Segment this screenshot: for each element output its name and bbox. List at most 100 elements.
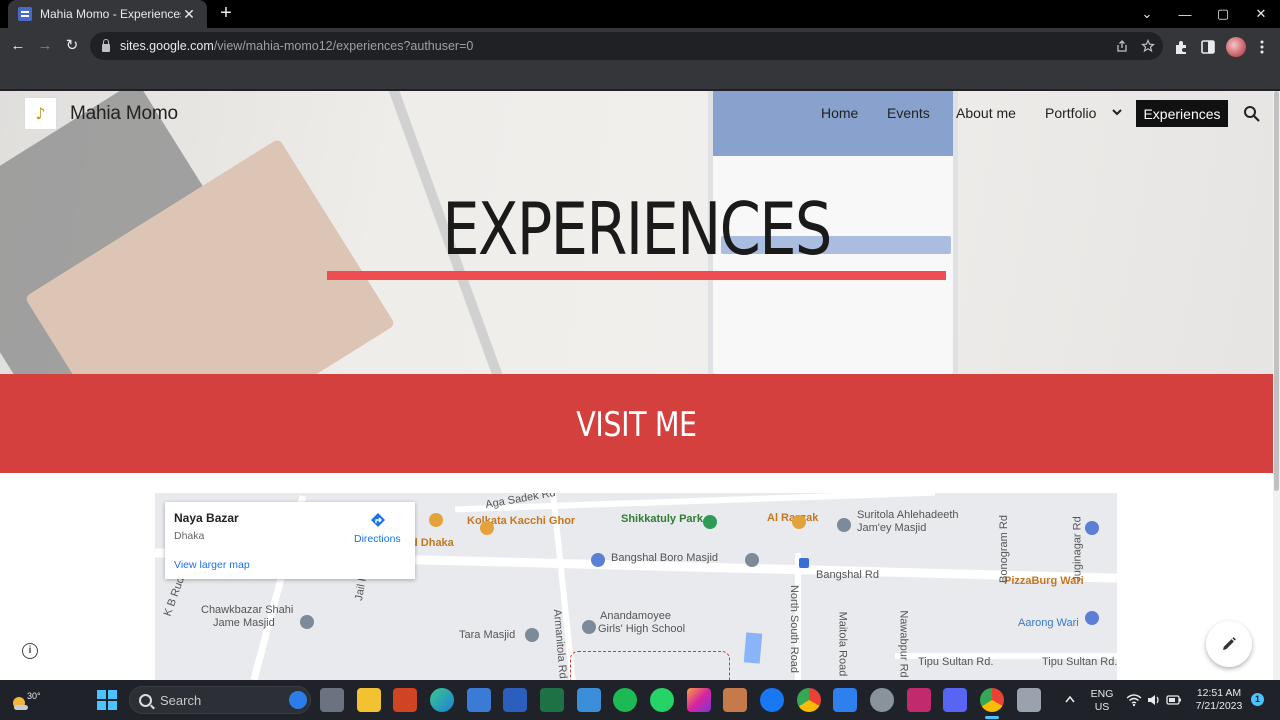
clock-date: 7/21/2023 [1195, 700, 1243, 712]
snipping-tool-icon[interactable] [1017, 688, 1041, 712]
reload-button[interactable]: ↻ [62, 36, 82, 56]
bookmark-bar [0, 64, 1280, 90]
discord-icon[interactable] [943, 688, 967, 712]
mosque-pin-icon[interactable] [745, 553, 759, 567]
file-explorer-icon[interactable] [357, 688, 381, 712]
site-title[interactable]: Mahia Momo [70, 103, 178, 125]
windows-taskbar: 30° Search ENG US 12:51 AM 7/21/2023 1 [0, 680, 1280, 720]
photos-app-icon[interactable] [723, 688, 747, 712]
spotify-icon[interactable] [613, 688, 637, 712]
share-icon[interactable] [1115, 39, 1129, 53]
nav-portfolio[interactable]: Portfolio [1045, 105, 1096, 121]
profile-avatar[interactable] [1226, 37, 1246, 57]
instagram-icon[interactable] [687, 688, 711, 712]
map-label: Jame Masjid [213, 617, 275, 629]
map-label: Bonogram Rd [997, 515, 1010, 583]
active-tab[interactable]: Mahia Momo - Experiences ✕ [8, 0, 207, 28]
address-bar[interactable]: sites.google.com/view/mahia-momo12/exper… [90, 32, 1163, 60]
edge-icon[interactable] [430, 688, 454, 712]
scrollbar-thumb[interactable] [1274, 91, 1279, 491]
volume-icon[interactable] [1146, 693, 1162, 707]
page-scrollbar[interactable] [1273, 91, 1280, 680]
park-pin-icon[interactable] [703, 515, 717, 529]
map-info-card: Naya Bazar Dhaka View larger map Directi… [165, 502, 415, 579]
mosque-pin-icon[interactable] [300, 615, 314, 629]
bus-stop-icon[interactable] [799, 558, 809, 568]
settings-gear-icon[interactable] [870, 688, 894, 712]
intellij-icon[interactable] [907, 688, 931, 712]
site-info-icon[interactable]: i [22, 643, 38, 659]
view-larger-map-link[interactable]: View larger map [174, 559, 250, 571]
map-label[interactable]: Bangshal Boro Masjid [611, 552, 718, 564]
nav-experiences[interactable]: Experiences [1136, 100, 1228, 127]
minimize-button[interactable]: — [1166, 0, 1204, 28]
chrome-icon[interactable] [797, 688, 821, 712]
taskbar-search-box[interactable]: Search [129, 686, 311, 714]
tab-search-button[interactable]: ⌄ [1128, 0, 1166, 28]
map-label: Tipu Sultan Rd. [1042, 656, 1117, 668]
map-label[interactable]: Anandamoyee [600, 610, 671, 622]
forward-button[interactable]: → [35, 36, 55, 56]
word-icon[interactable] [503, 688, 527, 712]
bookmark-star-icon[interactable] [1141, 39, 1155, 53]
language-code: ENG [1090, 688, 1114, 700]
restaurant-pin-icon[interactable] [429, 513, 443, 527]
pencil-icon [1223, 637, 1236, 650]
school-pin-icon[interactable] [582, 620, 596, 634]
maximize-button[interactable]: ▢ [1204, 0, 1242, 28]
search-icon [139, 694, 152, 707]
battery-icon[interactable] [1166, 694, 1182, 706]
language-indicator[interactable]: ENG US [1088, 688, 1116, 714]
nav-home[interactable]: Home [821, 105, 858, 121]
site-logo[interactable]: ♪ [24, 97, 57, 130]
close-window-button[interactable]: ✕ [1242, 0, 1280, 28]
nav-events[interactable]: Events [887, 105, 930, 121]
search-icon[interactable] [1243, 105, 1261, 123]
powerpoint-icon[interactable] [393, 688, 417, 712]
chrome-menu-icon[interactable] [1253, 38, 1271, 56]
map-label[interactable]: Shikkatuly Park [621, 513, 703, 525]
mosque-pin-icon[interactable] [837, 518, 851, 532]
mosque-pin-icon[interactable] [525, 628, 539, 642]
restaurant-pin-icon[interactable] [480, 521, 494, 535]
chevron-down-icon[interactable] [1110, 105, 1124, 119]
side-panel-icon[interactable] [1199, 38, 1217, 56]
map-label[interactable]: Aarong Wari [1018, 617, 1079, 629]
facebook-icon[interactable] [760, 688, 784, 712]
lock-icon[interactable] [102, 39, 110, 52]
whatsapp-icon[interactable] [650, 688, 674, 712]
shop-pin-icon[interactable] [1085, 521, 1099, 535]
nav-about-me[interactable]: About me [956, 105, 1016, 121]
mail-icon[interactable] [577, 688, 601, 712]
bing-icon[interactable] [289, 691, 307, 709]
map-label[interactable]: Suritola Ahlehadeeth [857, 509, 959, 521]
windows-start-icon[interactable] [95, 688, 119, 712]
site-navbar: ♪ Mahia Momo Home Events About me Portfo… [0, 91, 1273, 137]
wifi-icon[interactable] [1126, 693, 1142, 707]
new-tab-button[interactable]: + [216, 3, 236, 24]
directions-link[interactable]: Directions [354, 533, 401, 545]
shop-pin-icon[interactable] [591, 553, 605, 567]
chevron-up-icon[interactable] [1064, 694, 1076, 704]
url-host: sites.google.com [120, 39, 214, 53]
weather-widget[interactable]: 30° [8, 686, 41, 712]
map-label[interactable]: Chawkbazar Shahi [201, 604, 293, 616]
notification-badge[interactable]: 1 [1251, 693, 1264, 706]
tab-close-icon[interactable]: ✕ [181, 6, 197, 23]
edit-button[interactable] [1206, 621, 1252, 667]
task-view-icon[interactable] [320, 688, 344, 712]
excel-icon[interactable] [540, 688, 564, 712]
store-icon[interactable] [467, 688, 491, 712]
map-label: Jam'ey Masjid [857, 522, 927, 534]
back-button[interactable]: ← [8, 36, 28, 56]
url-path: /view/mahia-momo12/experiences?authuser=… [213, 39, 474, 53]
todo-icon[interactable] [833, 688, 857, 712]
chrome-active-icon[interactable] [980, 688, 1004, 712]
restaurant-pin-icon[interactable] [792, 515, 806, 529]
clock[interactable]: 12:51 AM 7/21/2023 [1188, 687, 1250, 713]
hero-banner: ♪ Mahia Momo Home Events About me Portfo… [0, 91, 1273, 374]
shop-pin-icon[interactable] [1085, 611, 1099, 625]
extensions-puzzle-icon[interactable] [1173, 38, 1191, 56]
map-label[interactable]: Tara Masjid [459, 629, 515, 641]
directions-icon[interactable] [370, 512, 386, 528]
